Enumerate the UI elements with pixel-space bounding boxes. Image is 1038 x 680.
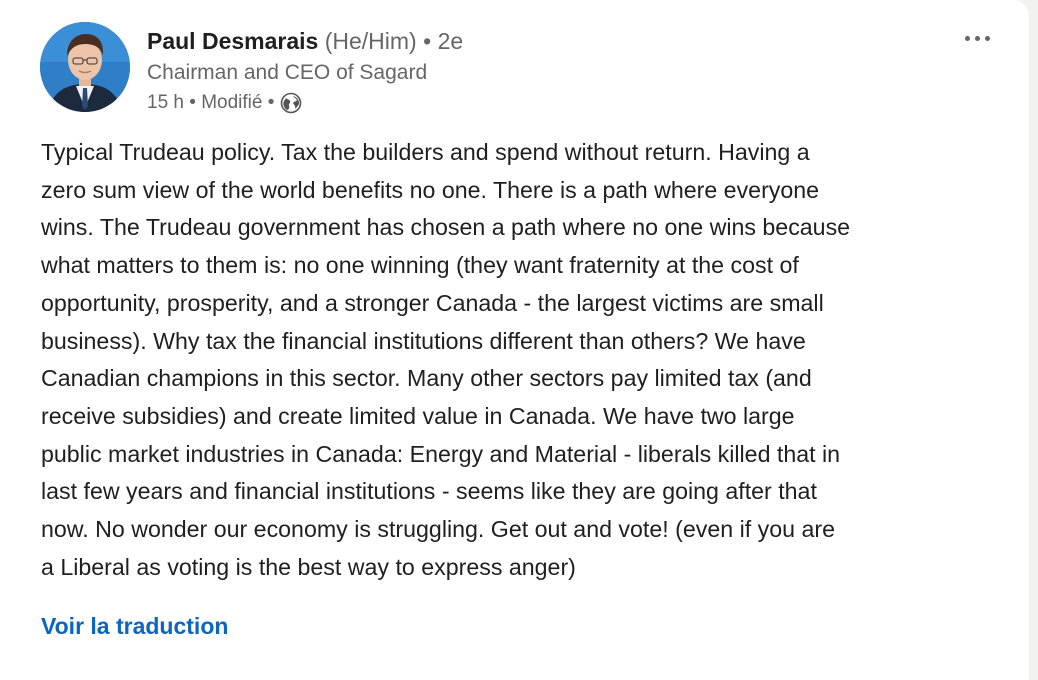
post-body: Typical Trudeau policy. Tax the builders…: [41, 134, 1031, 586]
see-translation-link[interactable]: Voir la traduction: [41, 609, 228, 643]
post-body-line: wins. The Trudeau government has chosen …: [41, 214, 851, 241]
post-body-line: what matters to them is: no one winning …: [41, 252, 799, 279]
author-name[interactable]: Paul Desmarais: [147, 28, 318, 54]
post-body-line: Typical Trudeau policy. Tax the builders…: [41, 139, 810, 165]
more-horizontal-icon: [964, 35, 970, 41]
post-body-line: zero sum view of the world benefits no o…: [41, 176, 820, 203]
separator-dot: •: [189, 92, 196, 113]
post-body-line: public market industries in Canada: Ener…: [41, 440, 841, 467]
more-options-button[interactable]: [955, 26, 999, 50]
author-pronouns: (He/Him): [324, 28, 417, 54]
post-meta: 15 h • Modifié •: [147, 90, 302, 116]
separator-dot: •: [423, 28, 432, 54]
author-line: Paul Desmarais (He/Him) • 2e: [147, 27, 463, 55]
post-body-line: opportunity, prosperity, and a stronger …: [41, 289, 824, 316]
post-card: Paul Desmarais (He/Him) • 2e Chairman an…: [0, 0, 1029, 680]
post-body-line: a Liberal as voting is the best way to e…: [41, 553, 576, 580]
author-avatar[interactable]: [40, 22, 130, 112]
post-timestamp[interactable]: 15 h: [147, 90, 184, 116]
post-body-line: business). Why tax the financial institu…: [41, 327, 806, 354]
post-body-line: Canadian champions in this sector. Many …: [41, 365, 812, 392]
post-body-line: now. No wonder our economy is struggling…: [41, 516, 835, 543]
author-headline: Chairman and CEO of Sagard: [147, 61, 428, 84]
post-body-line: last few years and financial institution…: [41, 478, 817, 505]
globe-icon: [280, 92, 302, 114]
post-body-line: receive subsidies) and create limited va…: [41, 402, 795, 429]
connection-degree: 2e: [437, 28, 464, 54]
edited-label: Modifié: [201, 92, 263, 113]
separator-dot: •: [267, 92, 275, 113]
